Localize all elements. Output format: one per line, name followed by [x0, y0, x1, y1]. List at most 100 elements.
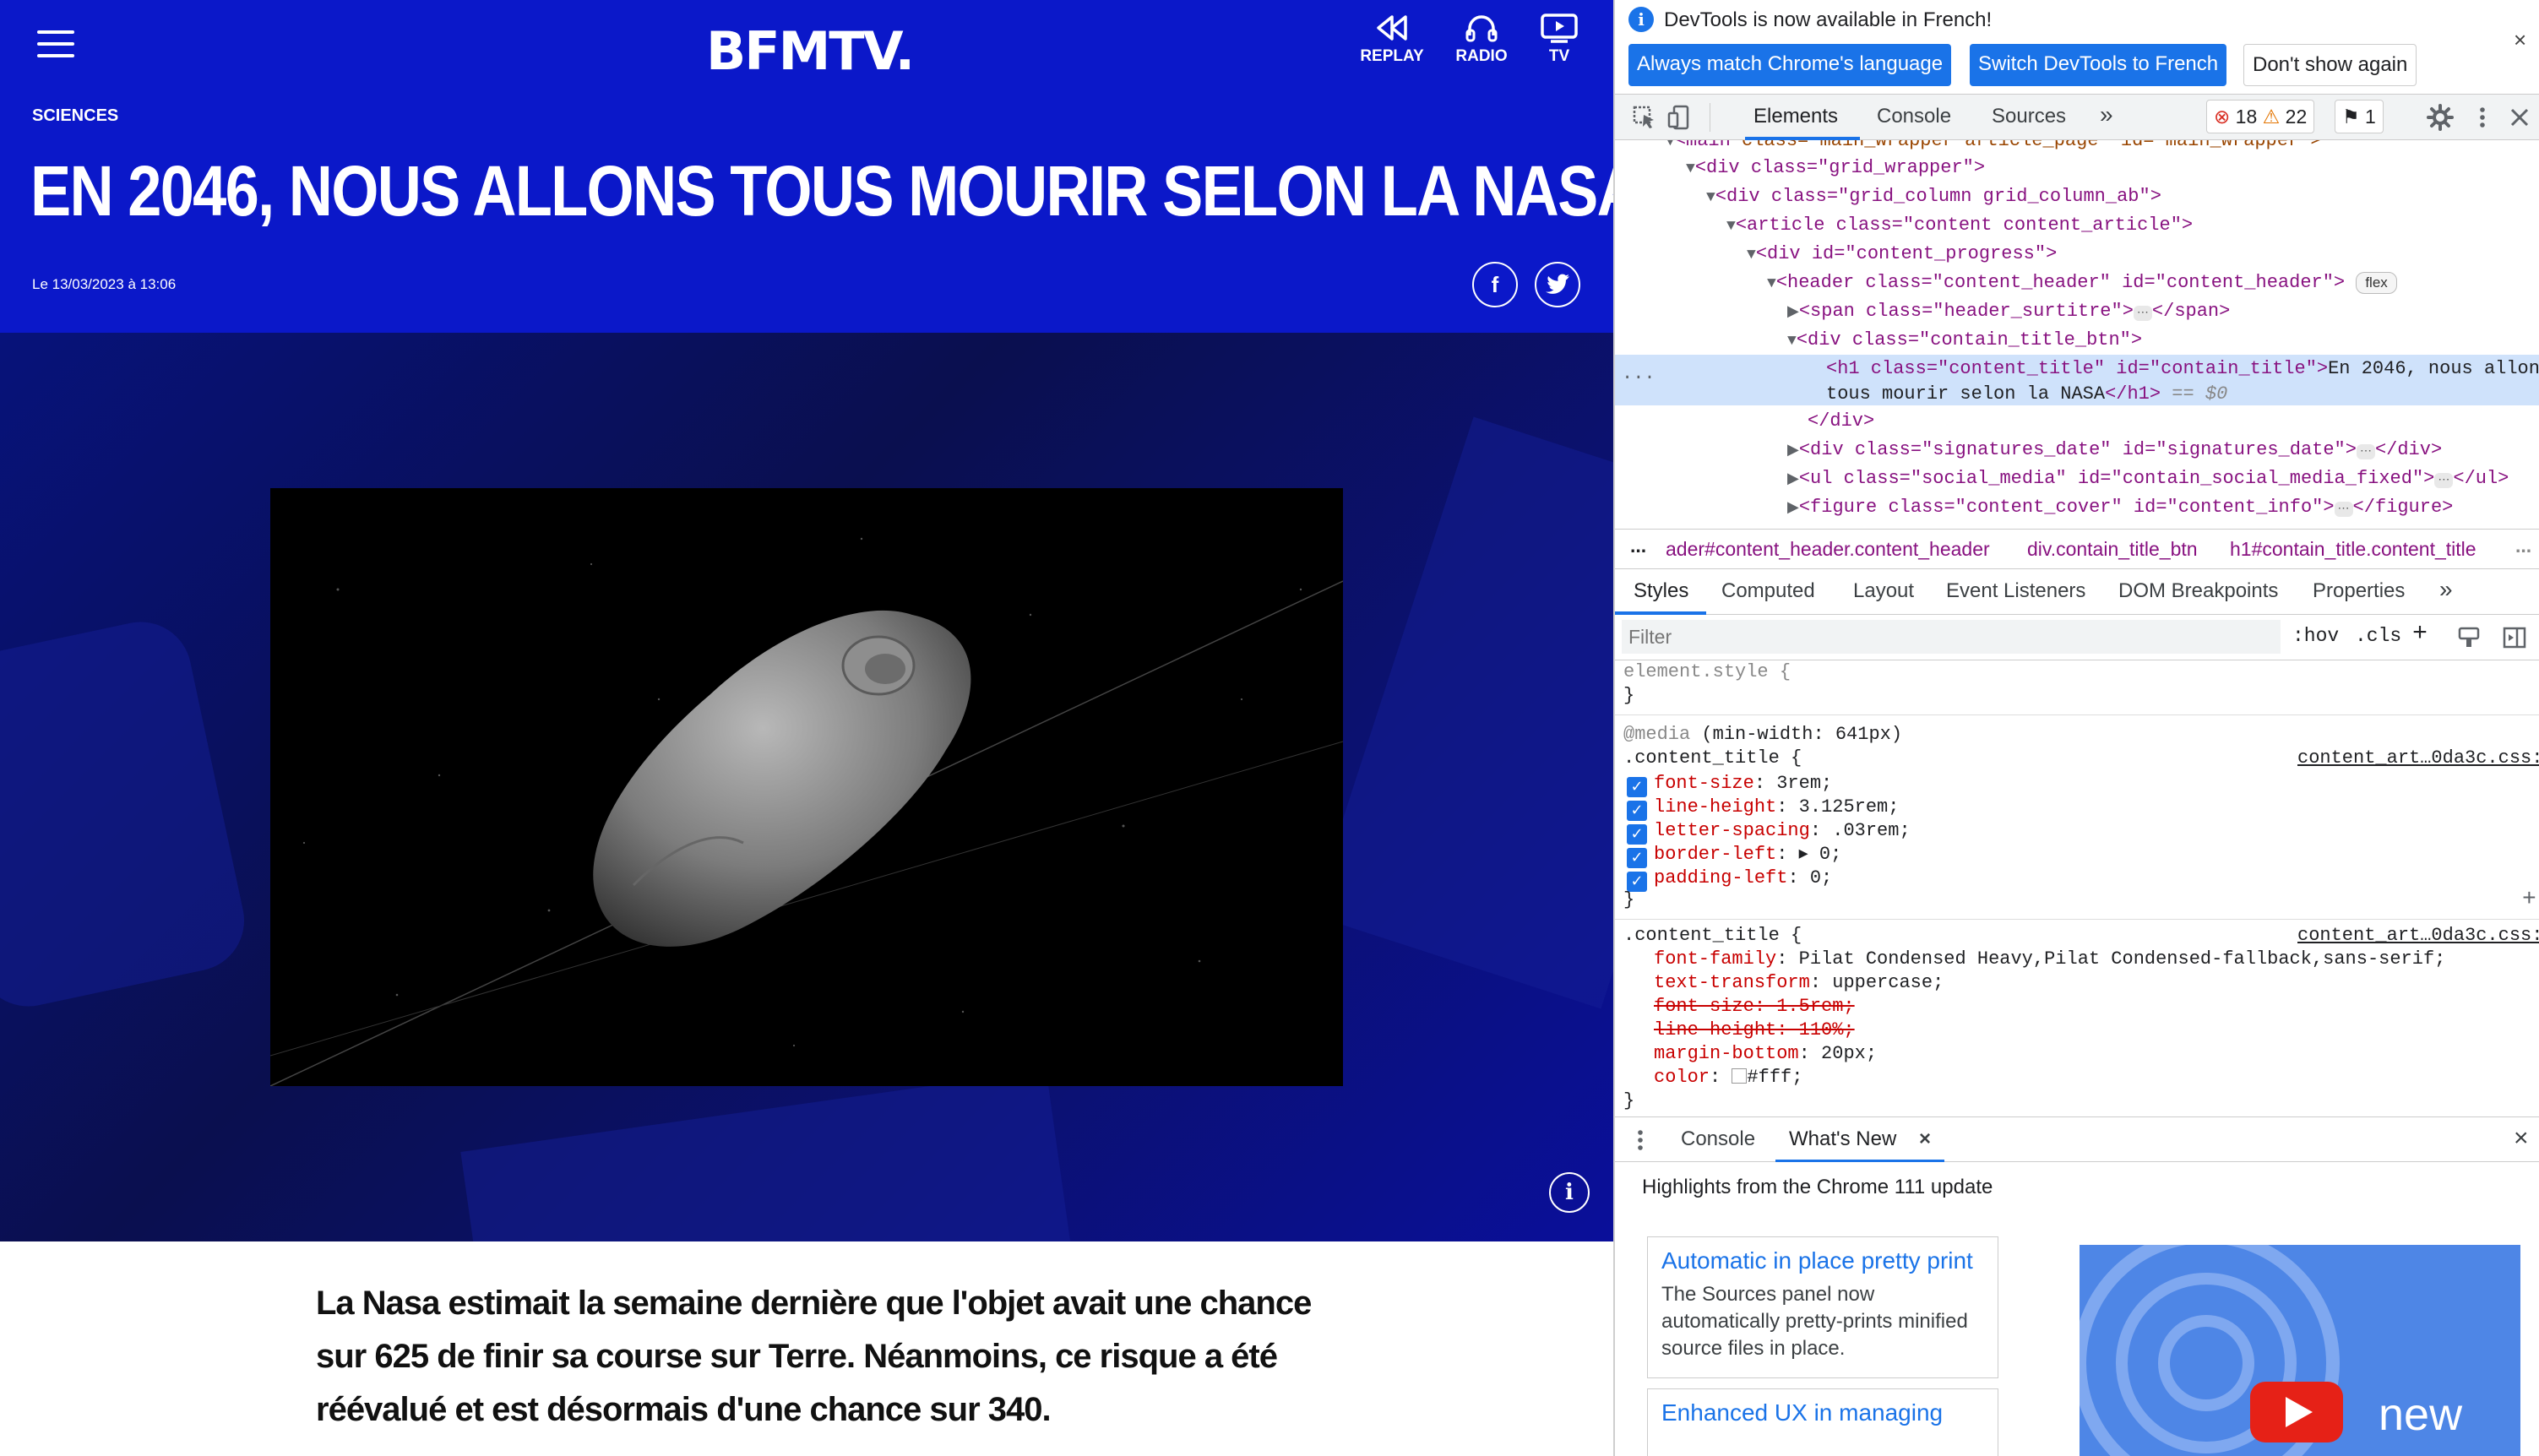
tab-dom-breakpoints[interactable]: DOM Breakpoints — [2118, 579, 2278, 603]
collapse-triangle-icon[interactable]: ▼ — [1666, 140, 1675, 150]
close-drawer-icon[interactable]: × — [2514, 1124, 2529, 1153]
kebab-menu-icon[interactable] — [2468, 103, 2497, 132]
feature-card[interactable]: Enhanced UX in managing — [1647, 1388, 1998, 1456]
dom-node-content-progress[interactable]: ▼<div id="content_progress"> — [1747, 242, 2057, 268]
breadcrumb-h1[interactable]: h1#contain_title.content_title — [2230, 530, 2476, 568]
rule1-selector[interactable]: .content_title { — [1623, 747, 1802, 770]
style-declaration[interactable]: ✓ line-height: 3.125rem; — [1627, 796, 1899, 821]
tab-sources[interactable]: Sources — [1992, 105, 2066, 128]
bfmtv-logo[interactable]: BFMTV. — [706, 20, 915, 82]
tab-console[interactable]: Console — [1877, 105, 1951, 128]
feature-card-title[interactable]: Enhanced UX in managing — [1661, 1399, 1984, 1426]
facebook-share-button[interactable]: f — [1472, 262, 1518, 307]
match-language-button[interactable]: Always match Chrome's language — [1628, 44, 1952, 86]
nav-tv[interactable]: TV — [1517, 12, 1601, 66]
dom-node-span-surtitre[interactable]: ▶<span class="header_surtitre"> ⋯ </span> — [1787, 299, 2230, 325]
add-declaration-plus-icon[interactable]: + — [2522, 888, 2536, 912]
dom-node-main[interactable]: ▼<main class="main_wrapper article_page"… — [1666, 140, 2322, 155]
collapse-triangle-icon[interactable]: ▼ — [1747, 247, 1756, 263]
expand-triangle-icon[interactable]: ▶ — [1787, 304, 1799, 321]
color-swatch[interactable] — [1732, 1068, 1748, 1084]
twitter-share-button[interactable] — [1535, 262, 1580, 307]
dom-node-signatures-date[interactable]: ▶<div class="signatures_date" id="signat… — [1787, 437, 2442, 464]
nav-radio[interactable]: RADIO — [1439, 12, 1524, 66]
settings-gear-icon[interactable] — [2426, 103, 2455, 132]
more-subtabs-icon[interactable]: » — [2439, 576, 2453, 603]
dont-show-again-button[interactable]: Don't show again — [2243, 44, 2417, 86]
info-icon[interactable]: i — [1549, 1172, 1590, 1213]
dom-node-grid-column[interactable]: ▼<div class="grid_column grid_column_ab"… — [1706, 184, 2161, 210]
collapse-triangle-icon[interactable]: ▼ — [1686, 160, 1695, 177]
issues-button[interactable]: ⚑ 1 — [2335, 100, 2384, 133]
tab-properties[interactable]: Properties — [2313, 579, 2405, 603]
toggle-sidebar-icon[interactable] — [2502, 625, 2527, 650]
dom-node-contain-title-btn[interactable]: ▼<div class="contain_title_btn"> — [1787, 328, 2142, 354]
dom-node-figure[interactable]: ▶<figure class="content_cover" id="conte… — [1787, 495, 2453, 521]
console-counts-button[interactable]: ⊗ 18 ⚠ 22 — [2206, 100, 2315, 133]
overridden-declaration[interactable]: font-size: 1.5rem; — [1654, 995, 1855, 1019]
checkbox-checked-icon[interactable]: ✓ — [1627, 848, 1647, 868]
drawer-menu-icon[interactable] — [1634, 1127, 1647, 1153]
nav-replay[interactable]: REPLAY — [1350, 12, 1434, 66]
breadcrumb-header[interactable]: ader#content_header.content_header — [1666, 530, 1990, 568]
drawer-tab-console[interactable]: Console — [1681, 1127, 1755, 1151]
style-declaration[interactable]: text-transform: uppercase; — [1654, 971, 1944, 995]
collapse-triangle-icon[interactable]: ▼ — [1706, 189, 1715, 206]
breadcrumb-contain-title-btn[interactable]: div.contain_title_btn — [2027, 530, 2198, 568]
more-tabs-icon[interactable]: » — [2100, 101, 2113, 128]
dom-node-social-media[interactable]: ▶<ul class="social_media" id="contain_so… — [1787, 466, 2509, 492]
article-category[interactable]: SCIENCES — [32, 106, 118, 126]
overridden-declaration[interactable]: line-height: 110%; — [1654, 1019, 1855, 1042]
dom-node-h1-line2[interactable]: tous mourir selon la NASA</h1> == $0 — [1826, 382, 2227, 407]
dom-node-div-close[interactable]: </div> — [1808, 409, 1874, 434]
style-declaration[interactable]: ✓ letter-spacing: .03rem; — [1627, 819, 1911, 845]
style-declaration[interactable]: ✓ font-size: 3rem; — [1627, 772, 1832, 797]
whats-new-video[interactable]: new — [2080, 1245, 2520, 1456]
dom-node-article[interactable]: ▼<article class="content content_article… — [1726, 213, 2193, 239]
tab-layout[interactable]: Layout — [1853, 579, 1914, 603]
rule2-selector[interactable]: .content_title { — [1623, 924, 1802, 948]
dom-node-header[interactable]: ▼<header class="content_header" id="cont… — [1767, 270, 2397, 296]
rule2-source-link[interactable]: content_art…0da3c.css: — [2297, 924, 2539, 948]
paint-brush-icon[interactable] — [2456, 625, 2482, 650]
collapse-triangle-icon[interactable]: ▼ — [1787, 333, 1797, 350]
hover-state-toggle[interactable]: :hov — [2292, 625, 2339, 647]
dom-node-grid-wrapper[interactable]: ▼<div class="grid_wrapper"> — [1686, 155, 1985, 182]
styles-filter-input[interactable] — [1622, 620, 2281, 654]
tab-styles[interactable]: Styles — [1634, 579, 1688, 603]
expand-triangle-icon[interactable]: ▶ — [1787, 443, 1799, 459]
checkbox-checked-icon[interactable]: ✓ — [1627, 801, 1647, 821]
tab-computed[interactable]: Computed — [1721, 579, 1815, 603]
collapse-triangle-icon[interactable]: ▼ — [1767, 275, 1776, 292]
new-rule-plus-icon[interactable]: + — [2412, 620, 2428, 649]
device-toolbar-icon[interactable] — [1666, 103, 1694, 132]
tab-event-listeners[interactable]: Event Listeners — [1946, 579, 2085, 603]
switch-french-button[interactable]: Switch DevTools to French — [1970, 44, 2227, 86]
style-declaration[interactable]: color: #fff; — [1654, 1066, 1802, 1089]
youtube-play-icon[interactable] — [2250, 1382, 2343, 1442]
expand-triangle-icon[interactable]: ▶ — [1787, 471, 1799, 488]
tab-elements[interactable]: Elements — [1753, 105, 1838, 128]
style-declaration[interactable]: margin-bottom: 20px; — [1654, 1042, 1877, 1066]
feature-card-title[interactable]: Automatic in place pretty print — [1661, 1247, 1984, 1274]
checkbox-checked-icon[interactable]: ✓ — [1627, 824, 1647, 845]
expand-triangle-icon[interactable]: ▶ — [1787, 500, 1799, 517]
menu-hamburger-icon[interactable] — [37, 29, 78, 59]
close-whats-new-icon[interactable]: × — [1919, 1127, 1931, 1151]
style-declaration[interactable]: ✓ border-left: ▸ 0; — [1627, 843, 1841, 868]
breadcrumb-overflow-right[interactable]: ... — [2515, 530, 2531, 565]
dom-node-h1-line1[interactable]: <h1 class="content_title" id="contain_ti… — [1826, 356, 2539, 382]
feature-card[interactable]: Automatic in place pretty print The Sour… — [1647, 1236, 1998, 1378]
collapse-triangle-icon[interactable]: ▼ — [1726, 218, 1736, 235]
close-devtools-icon[interactable] — [2505, 103, 2534, 132]
style-declaration[interactable]: font-family: Pilat Condensed Heavy,Pilat… — [1654, 948, 2445, 971]
rule1-source-link[interactable]: content_art…0da3c.css: — [2297, 747, 2539, 770]
class-toggle[interactable]: .cls — [2355, 625, 2401, 647]
node-gutter-ellipsis[interactable]: ... — [1622, 361, 1656, 387]
breadcrumb-overflow-left[interactable]: ... — [1630, 530, 1646, 565]
flex-badge[interactable]: flex — [2356, 272, 2397, 294]
drawer-tab-whats-new[interactable]: What's New — [1789, 1127, 1896, 1151]
inspect-element-icon[interactable] — [1630, 103, 1659, 132]
style-declaration[interactable]: ✓ padding-left: 0; — [1627, 867, 1832, 892]
element-style-rule[interactable]: element.style { — [1623, 660, 1791, 684]
